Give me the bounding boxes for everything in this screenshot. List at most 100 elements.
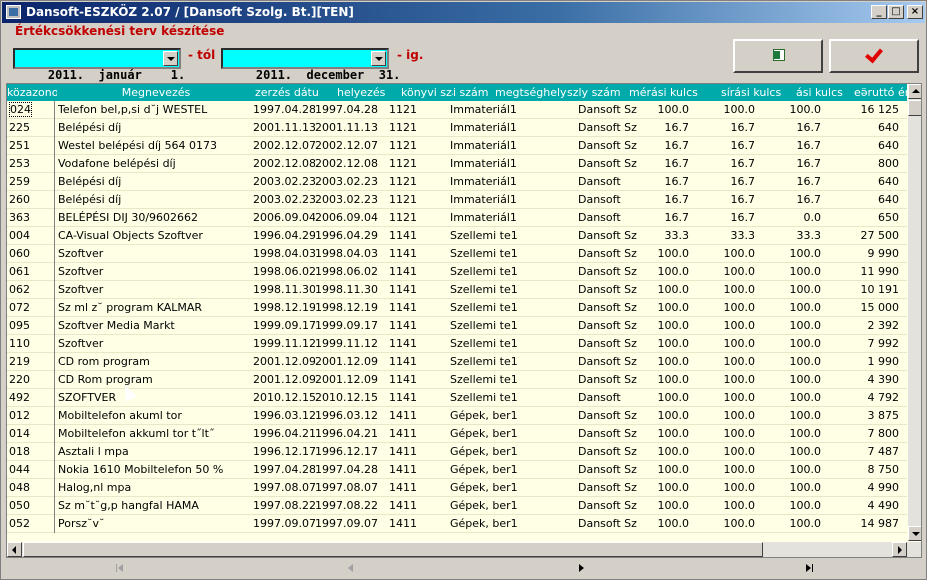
- cell-gross-value[interactable]: 650: [837, 209, 899, 227]
- cell-gross-value[interactable]: 15 000: [837, 299, 900, 317]
- cell-category[interactable]: Szellemi te1: [450, 389, 528, 407]
- cell-acq-date[interactable]: 1997.04.28: [253, 101, 315, 119]
- cell-code[interactable]: 050: [9, 497, 55, 515]
- cell-acct-rate[interactable]: 100.0: [648, 263, 690, 281]
- scroll-down-button[interactable]: [908, 526, 921, 541]
- cell-gross-value[interactable]: 16 125: [837, 101, 900, 119]
- column-header[interactable]: Megnevezés: [57, 84, 255, 101]
- cell-code[interactable]: 004: [9, 227, 55, 245]
- cell-other-rate[interactable]: 100.0: [771, 281, 822, 299]
- table-row[interactable]: 253 Vodafone belépési díj 2002.12.08 2002.1…: [7, 155, 907, 173]
- cell-name[interactable]: Szoftver: [58, 335, 254, 353]
- cell-tax-rate[interactable]: 100.0: [707, 371, 756, 389]
- cell-acq-date[interactable]: 1998.04.03: [253, 245, 315, 263]
- cell-other-rate[interactable]: 100.0: [771, 425, 822, 443]
- cell-tax-rate[interactable]: 16.7: [707, 209, 756, 227]
- cell-category[interactable]: Szellemi te1: [450, 299, 528, 317]
- cell-other-rate[interactable]: 16.7: [771, 155, 822, 173]
- scroll-left-button[interactable]: [7, 542, 22, 557]
- cell-cost-center[interactable]: Dansoft Sz: [578, 425, 648, 443]
- maximize-button[interactable]: □: [888, 5, 904, 19]
- cell-tax-rate[interactable]: 100.0: [707, 101, 756, 119]
- cell-use-date[interactable]: 1997.09.07: [315, 515, 379, 533]
- cell-gross-value[interactable]: 7 992: [837, 335, 900, 353]
- cell-cost-center[interactable]: Dansoft Sz: [578, 137, 648, 155]
- cell-acq-date[interactable]: 1998.11.30: [253, 281, 315, 299]
- cell-use-date[interactable]: 1997.04.28: [315, 461, 379, 479]
- cell-use-date[interactable]: 1998.04.03: [315, 245, 379, 263]
- cell-category[interactable]: Immateriál1: [450, 155, 528, 173]
- cell-gross-value[interactable]: 640: [837, 119, 899, 137]
- to-date-dropdown[interactable]: [371, 51, 386, 66]
- column-header[interactable]: zerzés dátu: [255, 84, 337, 101]
- cell-cost-center[interactable]: Dansoft: [578, 209, 648, 227]
- cell-use-date[interactable]: 2003.02.23: [315, 173, 379, 191]
- cell-code[interactable]: 012: [9, 407, 55, 425]
- cell-acq-date[interactable]: 1997.04.28: [253, 461, 315, 479]
- cell-acct-rate[interactable]: 100.0: [648, 281, 690, 299]
- cell-category[interactable]: Gépek, ber1: [450, 425, 528, 443]
- cell-tax-rate[interactable]: 100.0: [707, 299, 756, 317]
- cell-category[interactable]: Gépek, ber1: [450, 479, 528, 497]
- cell-gross-value[interactable]: 7 800: [837, 425, 900, 443]
- cell-code[interactable]: 048: [9, 479, 55, 497]
- cell-acq-date[interactable]: 1997.08.22: [253, 497, 315, 515]
- cell-account[interactable]: 1411: [389, 407, 425, 425]
- cell-use-date[interactable]: 1997.08.07: [315, 479, 379, 497]
- cell-name[interactable]: Mobiltelefon akkuml tor t˝lt˝: [58, 425, 254, 443]
- column-header[interactable]: i szám: [453, 84, 495, 101]
- cell-other-rate[interactable]: 100.0: [771, 479, 822, 497]
- cell-use-date[interactable]: 1998.06.02: [315, 263, 379, 281]
- cell-acct-rate[interactable]: 100.0: [648, 245, 690, 263]
- cell-gross-value[interactable]: 640: [837, 191, 899, 209]
- table-row[interactable]: 012 Mobiltelefon akuml tor 1996.03.12 1996.…: [7, 407, 907, 425]
- cell-account[interactable]: 1141: [389, 281, 425, 299]
- cell-code[interactable]: 060: [9, 245, 55, 263]
- app-icon[interactable]: [6, 5, 21, 19]
- cell-category[interactable]: Szellemi te1: [450, 371, 528, 389]
- cell-account[interactable]: 1141: [389, 263, 425, 281]
- cell-other-rate[interactable]: 100.0: [771, 389, 822, 407]
- cell-tax-rate[interactable]: 100.0: [707, 263, 756, 281]
- cell-account[interactable]: 1121: [389, 191, 425, 209]
- cell-name[interactable]: BELÉPÉSI DIJ 30/9602662: [58, 209, 254, 227]
- cell-account[interactable]: 1141: [389, 227, 425, 245]
- table-row[interactable]: 044 Nokia 1610 Mobiltelefon 50 % 1997.04.2…: [7, 461, 907, 479]
- cell-acq-date[interactable]: 2006.09.04: [253, 209, 315, 227]
- cell-cost-center[interactable]: Dansoft Sz: [578, 407, 648, 425]
- table-row[interactable]: 024 Telefon bel,p,si d˘j WESTEL 1997.04.28…: [7, 101, 907, 119]
- cell-acct-rate[interactable]: 100.0: [648, 497, 690, 515]
- cell-name[interactable]: Sz ml z˘ program KALMAR: [58, 299, 254, 317]
- column-header[interactable]: könyvi szá: [401, 84, 453, 101]
- cell-code[interactable]: 061: [9, 263, 55, 281]
- cell-code[interactable]: 062: [9, 281, 55, 299]
- cell-cost-center[interactable]: Dansoft Sz: [578, 497, 648, 515]
- vertical-scroll-thumb[interactable]: [908, 100, 921, 116]
- cell-cost-center[interactable]: Dansoft Sz: [578, 443, 648, 461]
- table-row[interactable]: 251 Westel belépési díj 564 0173 2002.12.0…: [7, 137, 907, 155]
- cell-gross-value[interactable]: 4 490: [837, 497, 900, 515]
- cell-account[interactable]: 1121: [389, 101, 425, 119]
- cell-name[interactable]: CD rom program: [58, 353, 254, 371]
- cell-acct-rate[interactable]: 16.7: [648, 191, 690, 209]
- cell-name[interactable]: Belépési díj: [58, 191, 254, 209]
- vertical-scrollbar[interactable]: [908, 84, 921, 541]
- cell-acq-date[interactable]: 2001.11.13: [253, 119, 315, 137]
- cell-name[interactable]: Westel belépési díj 564 0173: [58, 137, 254, 155]
- table-row[interactable]: 219 CD rom program 2001.12.09 2001.12.09 114…: [7, 353, 907, 371]
- cell-acq-date[interactable]: 1996.04.29: [253, 227, 315, 245]
- cell-acct-rate[interactable]: 100.0: [648, 317, 690, 335]
- table-row[interactable]: 260 Belépési díj 2003.02.23 2003.02.23 1121 I…: [7, 191, 907, 209]
- cell-account[interactable]: 1121: [389, 137, 425, 155]
- cell-account[interactable]: 1141: [389, 299, 425, 317]
- cell-acq-date[interactable]: 1997.08.07: [253, 479, 315, 497]
- cell-other-rate[interactable]: 100.0: [771, 443, 822, 461]
- previous-record-icon[interactable]: [341, 561, 361, 575]
- table-row[interactable]: 110 Szoftver 1999.11.12 1999.11.12 1141 Szell…: [7, 335, 907, 353]
- cell-category[interactable]: Szellemi te1: [450, 227, 528, 245]
- cell-other-rate[interactable]: 16.7: [771, 119, 822, 137]
- cell-code[interactable]: 052: [9, 515, 55, 533]
- cell-other-rate[interactable]: 100.0: [771, 371, 822, 389]
- cell-gross-value[interactable]: 9 990: [837, 245, 900, 263]
- cell-cost-center[interactable]: Dansoft: [578, 191, 648, 209]
